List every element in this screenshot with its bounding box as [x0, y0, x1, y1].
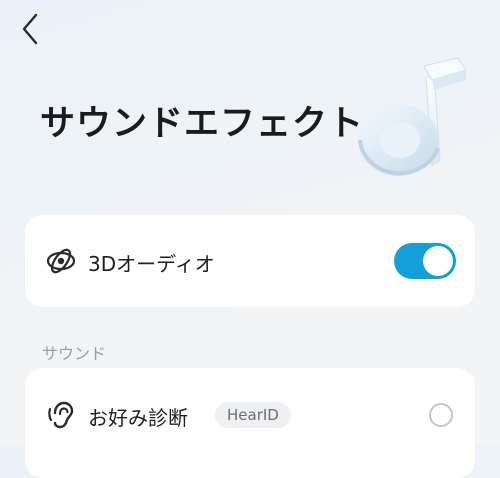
section-label-sound: サウンド: [42, 344, 107, 363]
back-button[interactable]: [16, 12, 44, 50]
audio3d-row: 3Dオーディオ: [25, 215, 475, 307]
chevron-left-icon: [20, 12, 40, 50]
audio3d-label: 3Dオーディオ: [88, 252, 215, 276]
ear-icon: [45, 399, 77, 431]
hearing-test-radio[interactable]: [429, 403, 453, 427]
audio3d-card: 3Dオーディオ: [25, 215, 475, 307]
music-note-logo: [338, 48, 488, 188]
sound-card: お好み診断 HearID: [25, 368, 475, 478]
toggle-knob: [423, 246, 453, 276]
page-title: サウンドエフェクト: [40, 104, 365, 144]
hearid-badge: HearID: [215, 402, 291, 428]
audio3d-toggle[interactable]: [394, 243, 456, 279]
3d-orbit-icon: [45, 245, 77, 277]
hearing-test-label: お好み診断: [88, 406, 188, 430]
list-item-hearing-test[interactable]: お好み診断 HearID: [25, 390, 475, 440]
